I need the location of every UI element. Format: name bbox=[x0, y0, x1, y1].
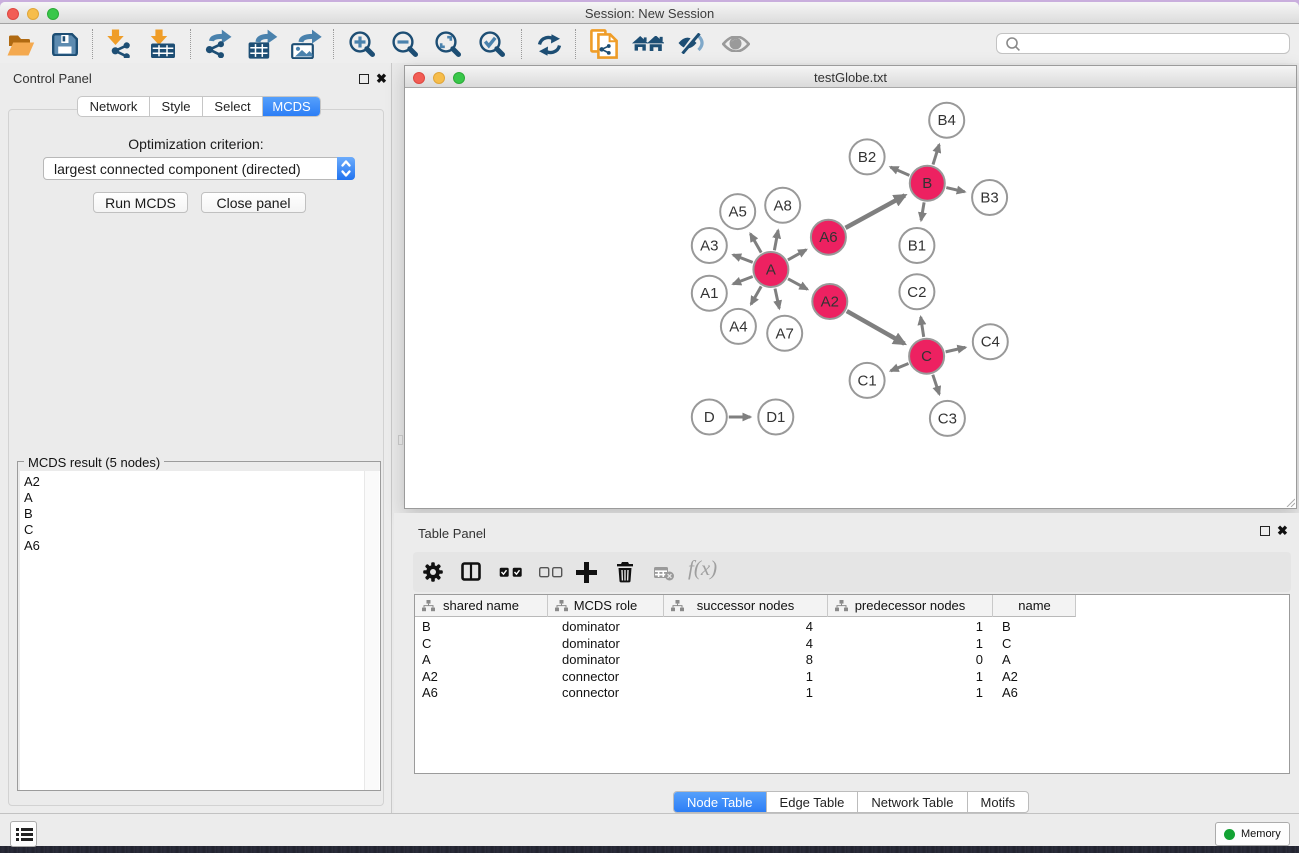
svg-text:B1: B1 bbox=[908, 238, 926, 255]
svg-text:A3: A3 bbox=[700, 238, 718, 255]
svg-text:A4: A4 bbox=[729, 318, 747, 335]
svg-text:B4: B4 bbox=[938, 112, 956, 129]
svg-text:A2: A2 bbox=[821, 294, 839, 311]
svg-text:C: C bbox=[921, 348, 932, 365]
svg-text:A7: A7 bbox=[776, 325, 794, 342]
svg-text:A5: A5 bbox=[729, 204, 747, 221]
svg-text:f(x): f(x) bbox=[688, 556, 717, 580]
svg-text:C4: C4 bbox=[981, 334, 1000, 351]
svg-text:A1: A1 bbox=[700, 285, 718, 302]
svg-text:B2: B2 bbox=[858, 149, 876, 166]
svg-text:D1: D1 bbox=[766, 409, 785, 426]
svg-text:A8: A8 bbox=[774, 197, 792, 214]
svg-text:C1: C1 bbox=[858, 372, 877, 389]
svg-text:A6: A6 bbox=[819, 229, 837, 246]
svg-text:B: B bbox=[922, 175, 932, 192]
svg-text:C2: C2 bbox=[907, 284, 926, 301]
svg-text:C3: C3 bbox=[938, 410, 957, 427]
svg-text:D: D bbox=[704, 409, 715, 426]
svg-text:A: A bbox=[766, 262, 776, 279]
svg-text:B3: B3 bbox=[980, 190, 998, 207]
